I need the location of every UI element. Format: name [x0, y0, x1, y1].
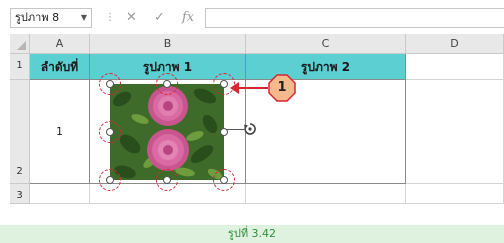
formula-bar: รูปภาพ 8 ▼ ⋮ ✕ ✓ fx	[0, 0, 504, 30]
cell-d3[interactable]	[406, 184, 504, 204]
figure-caption: รูปที่ 3.42	[227, 227, 277, 240]
row-header-3-label: 3	[16, 190, 23, 201]
flower-picture[interactable]	[110, 84, 224, 180]
row-header-1[interactable]: 1	[10, 54, 30, 80]
flower-picture-image	[110, 84, 224, 180]
enter-icon[interactable]: ✓	[154, 8, 165, 28]
resize-handle-bottom[interactable]	[163, 176, 171, 184]
caption-bar: รูปที่ 3.42	[0, 225, 504, 243]
resize-handle-left[interactable]	[106, 128, 114, 136]
resize-handle-top-left[interactable]	[106, 80, 114, 88]
row-header-2-label: 2	[16, 166, 23, 177]
cell-c3[interactable]	[246, 184, 406, 204]
function-icon[interactable]: fx	[182, 8, 194, 28]
callout-arrow	[232, 87, 268, 89]
resize-handle-top[interactable]	[163, 80, 171, 88]
column-header-c[interactable]: C	[246, 34, 406, 54]
column-header-b[interactable]: B	[90, 34, 246, 54]
resize-handle-top-right[interactable]	[220, 80, 228, 88]
rotate-connector	[226, 129, 244, 130]
column-header-d[interactable]: D	[406, 34, 504, 54]
callout-number: 1	[277, 80, 287, 95]
cell-a3[interactable]	[30, 184, 90, 204]
row-header-2[interactable]: 2	[10, 80, 30, 184]
row-header-3[interactable]: 3	[10, 184, 30, 204]
name-box[interactable]: รูปภาพ 8 ▼	[10, 8, 92, 28]
formula-input[interactable]	[205, 8, 504, 28]
row-header-1-label: 1	[16, 60, 23, 71]
rotate-handle-icon[interactable]	[243, 122, 257, 136]
column-header-a[interactable]: A	[30, 34, 90, 54]
cell-d2[interactable]	[406, 80, 504, 184]
cell-a2[interactable]: 1	[30, 80, 90, 184]
select-all-corner[interactable]	[10, 34, 30, 54]
resize-handle-bottom-left[interactable]	[106, 176, 114, 184]
formula-bar-separator-icon: ⋮	[105, 12, 115, 23]
cell-a1[interactable]: ลำดับที่	[30, 54, 90, 80]
name-box-value: รูปภาพ 8	[15, 11, 60, 24]
cell-d1[interactable]	[406, 54, 504, 80]
dropdown-arrow-icon[interactable]: ▼	[81, 9, 87, 27]
resize-handle-bottom-right[interactable]	[220, 176, 228, 184]
select-all-icon	[17, 41, 26, 50]
cancel-icon[interactable]: ✕	[126, 8, 137, 28]
